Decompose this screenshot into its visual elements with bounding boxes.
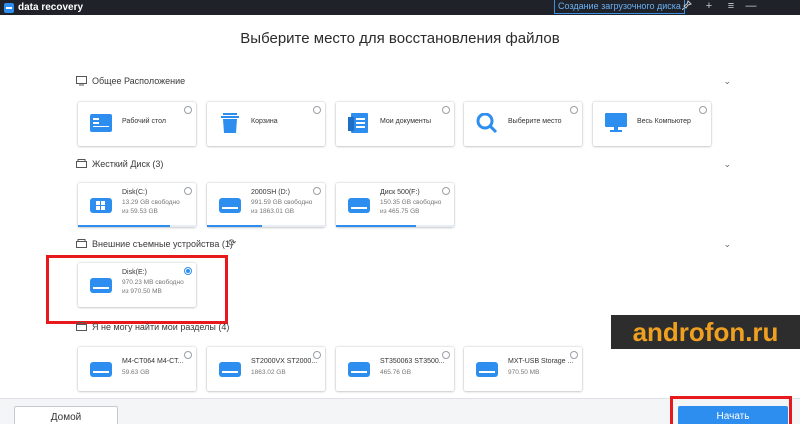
- location-label: Мои документы: [380, 118, 432, 125]
- trash-icon: [221, 113, 239, 133]
- home-button[interactable]: Домой: [14, 406, 118, 424]
- section-common-header[interactable]: Общее Расположение ⌄: [76, 74, 731, 88]
- minimize-icon[interactable]: —: [744, 0, 758, 14]
- drive-icon: [90, 362, 112, 377]
- partition-size: 59.63 GB: [122, 369, 150, 376]
- pin-icon[interactable]: [680, 0, 694, 14]
- location-documents[interactable]: Мои документы: [336, 102, 454, 146]
- highlight-frame: [670, 396, 792, 424]
- section-common-label: Общее Расположение: [92, 76, 186, 86]
- radio-button[interactable]: [184, 106, 192, 114]
- location-label: Рабочий стол: [122, 118, 166, 125]
- title-bar: data recovery Создание загрузочного диск…: [0, 0, 800, 15]
- section-external-label: Внешние съемные устройства (1): [92, 239, 233, 249]
- menu-icon[interactable]: ≡: [724, 0, 738, 14]
- partition-card[interactable]: ST2000VX ST2000... 1863.02 GB: [207, 347, 325, 391]
- documents-icon: [348, 113, 368, 133]
- partition-name: M4-CT064 M4-CT...: [122, 358, 184, 365]
- usage-bar-fill: [78, 225, 171, 227]
- radio-button[interactable]: [570, 106, 578, 114]
- location-trash[interactable]: Корзина: [207, 102, 325, 146]
- section-lost-label: Я не могу найти мои разделы (4): [92, 322, 230, 332]
- usage-bar-track: [336, 225, 454, 227]
- refresh-icon[interactable]: ⟳: [228, 237, 236, 251]
- section-hard-disk-label: Жесткий Диск (3): [92, 159, 164, 169]
- drive-icon: [348, 198, 370, 213]
- hard-disk-icon: [76, 239, 87, 248]
- drive-icon: [219, 362, 241, 377]
- drive-name: Диск 500(F:): [380, 189, 420, 196]
- drive-card[interactable]: Диск 500(F:) 150.35 GB свободно из 465.7…: [336, 183, 454, 227]
- drive-card[interactable]: Disk(C:) 13.29 GB свободно из 59.53 GB: [78, 183, 196, 227]
- drive-total-space: из 465.75 GB: [380, 208, 420, 215]
- usage-bar-fill: [336, 225, 417, 227]
- radio-button[interactable]: [313, 187, 321, 195]
- chevron-down-icon[interactable]: ⌄: [723, 74, 731, 88]
- partition-size: 970.50 MB: [508, 369, 540, 376]
- hard-disk-icon: [76, 322, 87, 331]
- partition-card[interactable]: ST350063 ST3500... 465.76 GB: [336, 347, 454, 391]
- section-hard-disk-header[interactable]: Жесткий Диск (3) ⌄: [76, 157, 731, 171]
- plus-icon[interactable]: +: [702, 0, 716, 14]
- monitor-icon: [76, 76, 87, 86]
- location-whole-computer[interactable]: Весь Компьютер: [593, 102, 711, 146]
- usage-bar-fill: [207, 225, 263, 227]
- watermark: androfon.ru: [611, 315, 800, 349]
- drive-free-space: 150.35 GB свободно: [380, 199, 442, 206]
- drive-free-space: 991.59 GB свободно: [251, 199, 313, 206]
- highlight-frame: [46, 255, 228, 324]
- windows-drive-icon: [90, 198, 112, 213]
- drive-icon: [348, 362, 370, 377]
- desktop-icon: [90, 114, 112, 132]
- radio-button[interactable]: [313, 106, 321, 114]
- radio-button[interactable]: [184, 351, 192, 359]
- drive-name: Disk(C:): [122, 189, 148, 196]
- radio-button[interactable]: [442, 106, 450, 114]
- page-title: Выберите место для восстановления файлов: [240, 30, 560, 47]
- location-desktop[interactable]: Рабочий стол: [78, 102, 196, 146]
- app-title: data recovery: [18, 2, 84, 13]
- usage-bar-track: [78, 225, 196, 227]
- partition-name: ST2000VX ST2000...: [251, 358, 318, 365]
- chevron-down-icon[interactable]: ⌄: [723, 237, 731, 251]
- location-label: Весь Компьютер: [637, 118, 691, 125]
- location-label: Корзина: [251, 118, 278, 125]
- app-logo: data recovery: [4, 2, 83, 13]
- partition-size: 465.76 GB: [380, 369, 412, 376]
- partition-card[interactable]: MXT-USB Storage ... 970.50 MB: [464, 347, 582, 391]
- radio-button[interactable]: [699, 106, 707, 114]
- drive-free-space: 13.29 GB свободно: [122, 199, 180, 206]
- chevron-down-icon[interactable]: ⌄: [723, 157, 731, 171]
- search-icon: [476, 113, 498, 133]
- partition-name: MXT-USB Storage ...: [508, 358, 574, 365]
- drive-total-space: из 59.53 GB: [122, 208, 158, 215]
- location-select-folder[interactable]: Выберите место: [464, 102, 582, 146]
- partition-name: ST350063 ST3500...: [380, 358, 445, 365]
- usage-bar-track: [207, 225, 325, 227]
- radio-button[interactable]: [442, 187, 450, 195]
- drive-icon: [476, 362, 498, 377]
- location-label: Выберите место: [508, 118, 562, 125]
- drive-total-space: из 1863.01 GB: [251, 208, 295, 215]
- partition-card[interactable]: M4-CT064 M4-CT... 59.63 GB: [78, 347, 196, 391]
- drive-name: 2000SH (D:): [251, 189, 290, 196]
- app-logo-icon: [4, 2, 14, 13]
- hard-disk-icon: [76, 159, 87, 168]
- section-external-header[interactable]: Внешние съемные устройства (1) ⟳ ⌄: [76, 237, 731, 251]
- radio-button[interactable]: [184, 187, 192, 195]
- drive-icon: [219, 198, 241, 213]
- computer-icon: [605, 113, 627, 132]
- partition-size: 1863.02 GB: [251, 369, 286, 376]
- drive-card[interactable]: 2000SH (D:) 991.59 GB свободно из 1863.0…: [207, 183, 325, 227]
- create-boot-disk-link[interactable]: Создание загрузочного диска: [554, 0, 685, 14]
